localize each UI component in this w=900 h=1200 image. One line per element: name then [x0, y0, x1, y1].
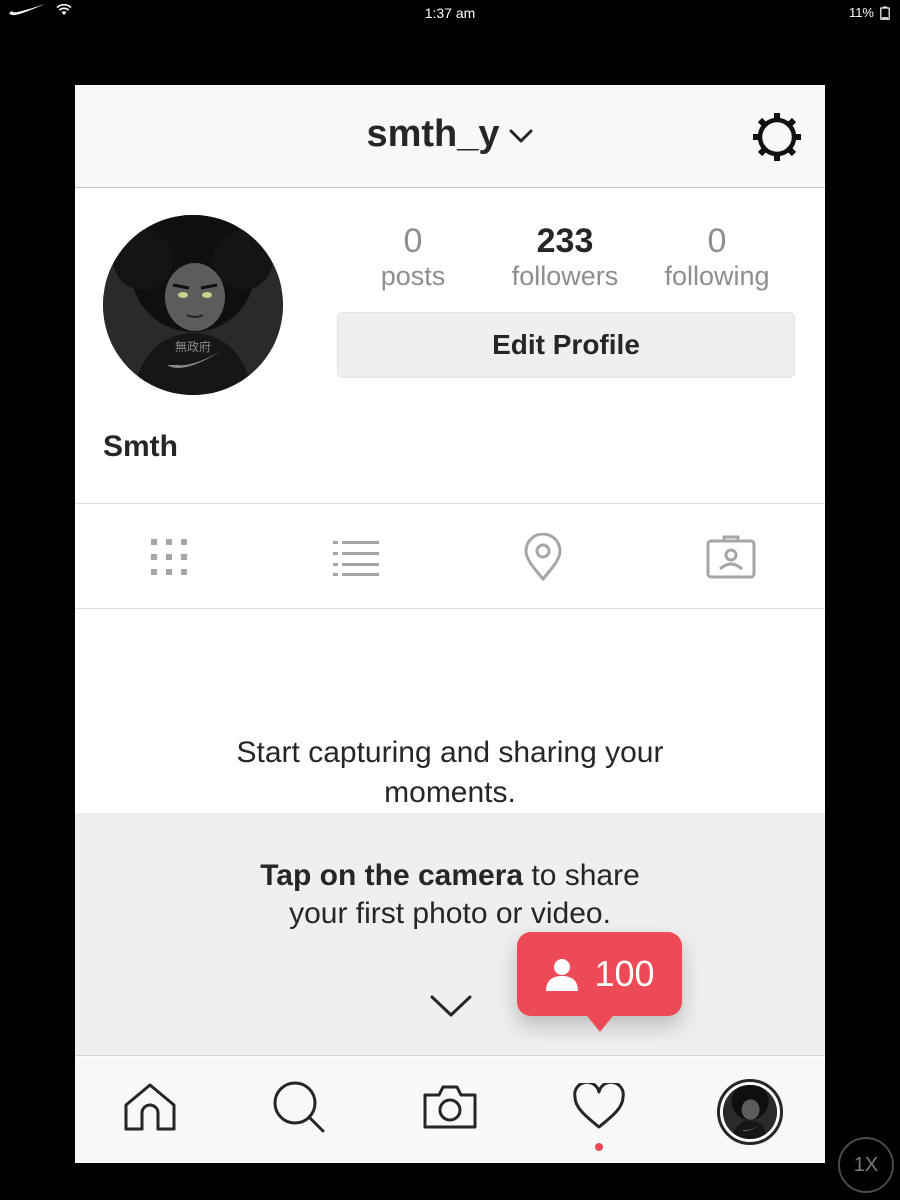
camera-hint-text: Tap on the camera to share your first ph… — [75, 857, 825, 933]
account-switcher[interactable]: smth_y — [75, 113, 825, 156]
new-followers-notification[interactable]: 100 — [517, 932, 682, 1016]
posts-label: posts — [380, 261, 446, 291]
empty-state-message: Start capturing and sharing your moments… — [236, 736, 664, 809]
edit-profile-button[interactable]: Edit Profile — [337, 312, 795, 378]
home-icon — [124, 1083, 176, 1131]
status-time: 1:37 am — [424, 5, 476, 21]
profile-view-tabs — [75, 505, 825, 609]
status-bar: 1:37 am 11% — [0, 0, 900, 26]
notification-tail — [584, 1012, 616, 1032]
new-followers-count: 100 — [594, 953, 655, 994]
grid-icon — [151, 539, 187, 575]
person-icon — [546, 959, 579, 991]
camera-icon — [423, 1085, 477, 1129]
search-icon — [273, 1081, 325, 1133]
profile-avatar-small — [723, 1085, 777, 1139]
followers-stat[interactable]: 233 followers — [490, 222, 640, 292]
svg-text:無政府: 無政府 — [175, 339, 211, 354]
followers-label: followers — [511, 261, 619, 291]
location-pin-icon — [524, 533, 562, 581]
zoom-toggle-button[interactable]: 1X — [838, 1137, 894, 1193]
battery-percent: 11% — [848, 5, 874, 20]
tab-grid[interactable] — [141, 531, 197, 583]
bottom-tab-bar — [75, 1057, 825, 1163]
tab-search[interactable] — [269, 1077, 329, 1137]
tab-camera[interactable] — [420, 1077, 480, 1137]
gear-icon[interactable] — [751, 111, 803, 163]
username-title: smth_y — [366, 113, 500, 155]
list-icon — [333, 541, 379, 576]
tab-tagged[interactable] — [703, 531, 759, 583]
tagged-photos-icon — [706, 535, 756, 579]
profile-info: 無政府 0 posts 233 followers 0 following Ed… — [75, 188, 825, 504]
posts-stat[interactable]: 0 posts — [338, 222, 488, 292]
instagram-app: smth_y 無政府 0 posts 233 followers 0 follo… — [75, 85, 825, 1163]
following-count: 0 — [707, 222, 727, 260]
activity-dot — [595, 1143, 603, 1151]
profile-header: smth_y — [75, 85, 825, 188]
avatar-image: 無政府 — [103, 215, 283, 395]
camera-hint-bold: Tap on the camera — [260, 859, 524, 892]
tab-profile[interactable] — [717, 1079, 783, 1145]
chevron-down-icon — [509, 129, 533, 143]
tab-activity[interactable] — [569, 1077, 629, 1137]
following-stat[interactable]: 0 following — [642, 222, 792, 292]
tab-location[interactable] — [515, 531, 571, 583]
profile-avatar[interactable]: 無政府 — [103, 215, 283, 395]
chevron-down-icon[interactable] — [429, 993, 473, 1019]
followers-count: 233 — [536, 222, 594, 260]
following-label: following — [664, 261, 770, 291]
posts-count: 0 — [403, 222, 423, 260]
battery-icon — [880, 6, 890, 20]
camera-hint-panel: Tap on the camera to share your first ph… — [75, 813, 825, 1056]
heart-icon — [573, 1083, 625, 1129]
tab-home[interactable] — [120, 1077, 180, 1137]
display-name: Smth — [103, 430, 178, 463]
tab-list[interactable] — [328, 531, 384, 583]
